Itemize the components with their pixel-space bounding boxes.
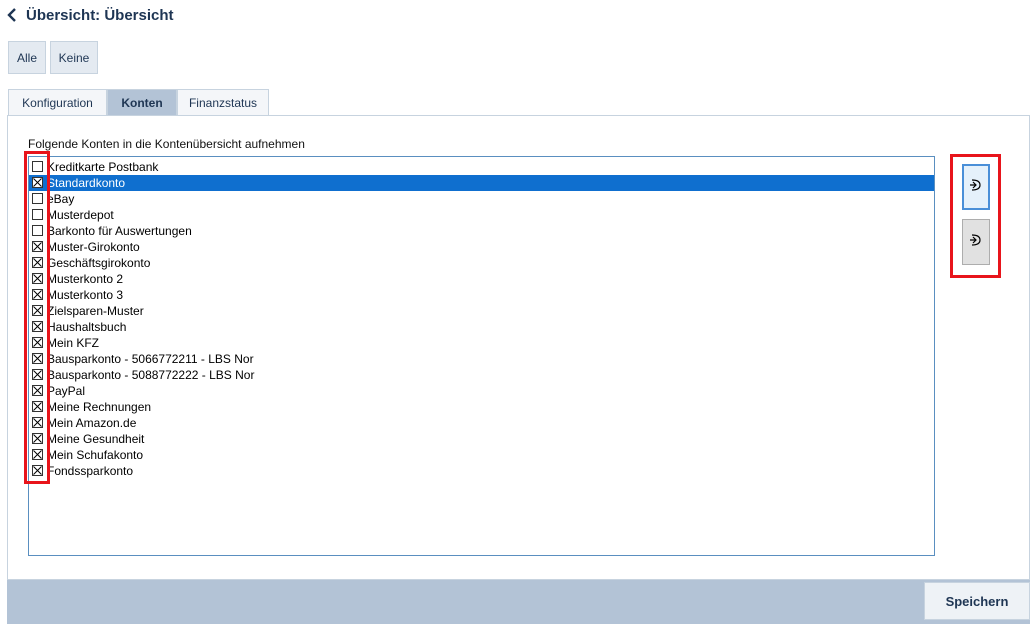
account-checkbox[interactable] xyxy=(32,449,43,460)
tab-konten[interactable]: Konten xyxy=(107,89,177,116)
account-label: Musterkonto 2 xyxy=(47,272,124,286)
account-label: Geschäftsgirokonto xyxy=(47,256,151,270)
account-label: Mein Schufakonto xyxy=(47,448,144,462)
account-label: Bausparkonto - 5066772211 - LBS Nor xyxy=(47,352,254,366)
account-checkbox[interactable] xyxy=(32,193,43,204)
select-all-button[interactable]: Alle xyxy=(8,41,46,74)
account-checkbox[interactable] xyxy=(32,241,43,252)
list-item[interactable]: Musterdepot xyxy=(29,207,934,223)
account-checkbox[interactable] xyxy=(32,417,43,428)
account-label: Standardkonto xyxy=(47,176,126,190)
select-none-button[interactable]: Keine xyxy=(50,41,98,74)
move-down-button[interactable] xyxy=(962,219,990,265)
account-label: Fondssparkonto xyxy=(47,464,134,478)
account-label: Muster-Girokonto xyxy=(47,240,140,254)
footer-bar xyxy=(7,580,1030,624)
account-label: Bausparkonto - 5088772222 - LBS Nor xyxy=(47,368,255,382)
list-item[interactable]: Barkonto für Auswertungen xyxy=(29,223,934,239)
account-checkbox[interactable] xyxy=(32,401,43,412)
list-item[interactable]: Musterkonto 3 xyxy=(29,287,934,303)
tab-konfiguration[interactable]: Konfiguration xyxy=(8,89,107,115)
account-checkbox[interactable] xyxy=(32,369,43,380)
account-label: Kreditkarte Postbank xyxy=(47,160,159,174)
account-label: Musterdepot xyxy=(47,208,114,222)
account-label: Zielsparen-Muster xyxy=(47,304,144,318)
list-item[interactable]: Mein KFZ xyxy=(29,335,934,351)
account-label: eBay xyxy=(47,192,75,206)
list-item[interactable]: Haushaltsbuch xyxy=(29,319,934,335)
list-item[interactable]: Muster-Girokonto xyxy=(29,239,934,255)
account-label: Mein KFZ xyxy=(47,336,100,350)
list-item[interactable]: Meine Gesundheit xyxy=(29,431,934,447)
header: Übersicht: Übersicht xyxy=(6,4,174,26)
list-item[interactable]: Zielsparen-Muster xyxy=(29,303,934,319)
list-item[interactable]: Mein Schufakonto xyxy=(29,447,934,463)
move-down-icon xyxy=(969,231,983,254)
account-label: Mein Amazon.de xyxy=(47,416,137,430)
list-item[interactable]: Musterkonto 2 xyxy=(29,271,934,287)
panel-label: Folgende Konten in die Kontenübersicht a… xyxy=(28,137,305,151)
account-checkbox[interactable] xyxy=(32,289,43,300)
list-item[interactable]: Bausparkonto - 5066772211 - LBS Nor xyxy=(29,351,934,367)
save-button[interactable]: Speichern xyxy=(924,582,1030,620)
list-item[interactable]: Meine Rechnungen xyxy=(29,399,934,415)
tab-finanzstatus[interactable]: Finanzstatus xyxy=(177,89,269,115)
move-up-icon xyxy=(969,176,983,199)
account-checkbox[interactable] xyxy=(32,385,43,396)
account-label: Barkonto für Auswertungen xyxy=(47,224,192,238)
account-checkbox[interactable] xyxy=(32,321,43,332)
account-checkbox[interactable] xyxy=(32,353,43,364)
accounts-list[interactable]: Kreditkarte Postbank Standardkonto eBay Mus… xyxy=(28,156,935,556)
tab-bar: Konfiguration Konten Finanzstatus xyxy=(8,89,269,116)
account-checkbox[interactable] xyxy=(32,161,43,172)
account-checkbox[interactable] xyxy=(32,273,43,284)
list-item[interactable]: Mein Amazon.de xyxy=(29,415,934,431)
list-item[interactable]: Standardkonto xyxy=(29,175,934,191)
account-label: Haushaltsbuch xyxy=(47,320,127,334)
list-item[interactable]: eBay xyxy=(29,191,934,207)
account-checkbox[interactable] xyxy=(32,305,43,316)
account-label: Musterkonto 3 xyxy=(47,288,124,302)
account-label: Meine Gesundheit xyxy=(47,432,145,446)
account-checkbox[interactable] xyxy=(32,209,43,220)
account-checkbox[interactable] xyxy=(32,433,43,444)
list-item[interactable]: Kreditkarte Postbank xyxy=(29,159,934,175)
account-label: Meine Rechnungen xyxy=(47,400,152,414)
account-checkbox[interactable] xyxy=(32,177,43,188)
list-item[interactable]: Fondssparkonto xyxy=(29,463,934,479)
list-item[interactable]: PayPal xyxy=(29,383,934,399)
account-checkbox[interactable] xyxy=(32,465,43,476)
account-checkbox[interactable] xyxy=(32,225,43,236)
list-item[interactable]: Geschäftsgirokonto xyxy=(29,255,934,271)
chevron-left-icon[interactable] xyxy=(6,7,18,23)
list-item[interactable]: Bausparkonto - 5088772222 - LBS Nor xyxy=(29,367,934,383)
account-checkbox[interactable] xyxy=(32,257,43,268)
account-checkbox[interactable] xyxy=(32,337,43,348)
page-title: Übersicht: Übersicht xyxy=(26,6,174,24)
move-up-button[interactable] xyxy=(962,164,990,210)
account-label: PayPal xyxy=(47,384,86,398)
